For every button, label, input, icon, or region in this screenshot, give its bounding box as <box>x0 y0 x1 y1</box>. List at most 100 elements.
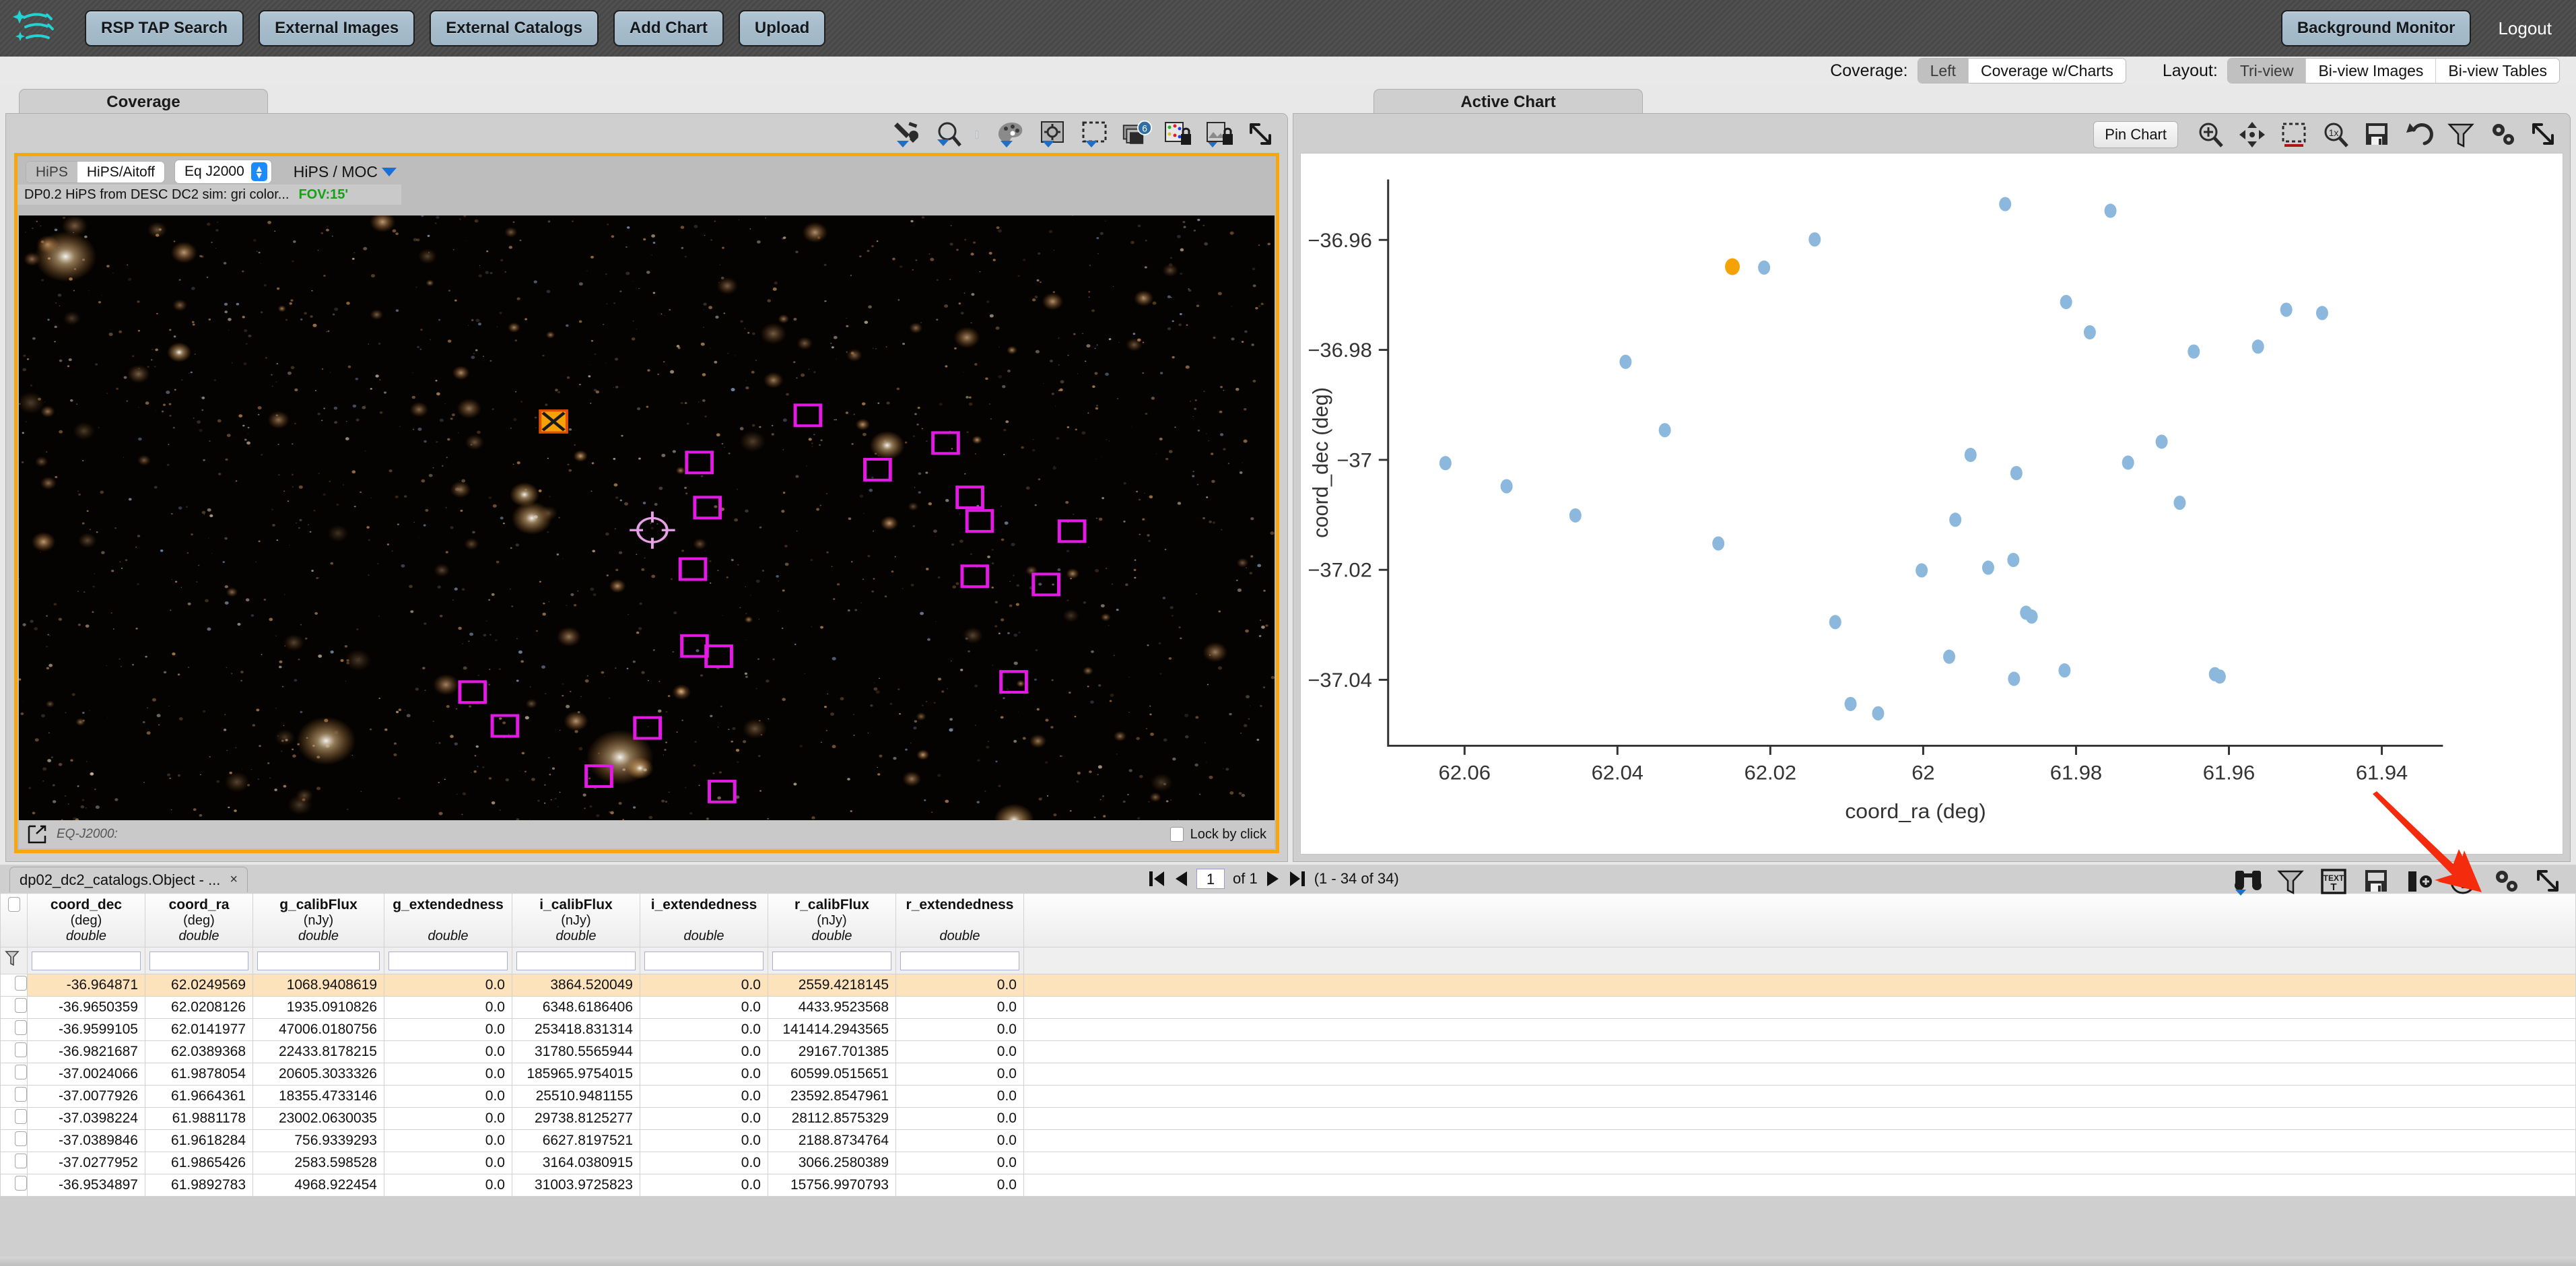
last-page-icon[interactable] <box>1289 869 1306 888</box>
expand-readout-icon[interactable] <box>27 824 47 844</box>
filter-cell-r_calibFlux[interactable] <box>768 947 896 974</box>
column-header-r_extendedness[interactable]: r_extendedness double <box>896 894 1024 947</box>
data-point[interactable] <box>2316 306 2328 320</box>
row-checkbox[interactable] <box>15 1176 27 1191</box>
table-row[interactable]: -37.007792661.966436118355.47331460.0255… <box>1 1086 2576 1108</box>
tab-coverage[interactable]: Coverage <box>19 89 268 114</box>
page-number-input[interactable]: 1 <box>1196 869 1225 889</box>
data-point[interactable] <box>2188 344 2200 358</box>
table-row[interactable]: -37.038984661.9618284756.93392930.06627.… <box>1 1130 2576 1152</box>
settings-icon[interactable] <box>2491 867 2522 896</box>
data-point[interactable] <box>1758 261 1770 275</box>
row-select-cell[interactable] <box>1 1174 28 1197</box>
add-column-icon[interactable] <box>2405 867 2436 896</box>
data-point[interactable] <box>1439 456 1452 470</box>
row-select-cell[interactable] <box>1 1063 28 1086</box>
data-point[interactable] <box>1872 706 1884 721</box>
data-point[interactable] <box>1808 232 1821 246</box>
column-header-i_extendedness[interactable]: i_extendedness double <box>640 894 768 947</box>
row-checkbox[interactable] <box>15 976 27 991</box>
filter-icon[interactable] <box>2446 121 2477 149</box>
row-select-cell[interactable] <box>1 1086 28 1108</box>
coverage-option-with-charts[interactable]: Coverage w/Charts <box>1969 59 2126 83</box>
coverage-segmented-control[interactable]: Left Coverage w/Charts <box>1918 58 2126 84</box>
column-header-coord_ra[interactable]: coord_ra(deg)double <box>145 894 253 947</box>
data-point[interactable] <box>2010 466 2023 480</box>
image-lock-icon[interactable] <box>1205 121 1236 149</box>
crosshair-target-icon[interactable] <box>1038 121 1069 149</box>
filter-icon[interactable] <box>2276 867 2307 896</box>
hips-aitoff-option[interactable]: HiPS/Aitoff <box>77 162 164 182</box>
filter-input-g_extendedness[interactable] <box>388 952 508 970</box>
filter-input-i_extendedness[interactable] <box>644 952 764 970</box>
add-chart-button[interactable]: Add Chart <box>613 10 724 46</box>
row-checkbox[interactable] <box>15 1154 27 1168</box>
pan-icon[interactable] <box>2237 121 2268 149</box>
image-viewer[interactable]: HiPS HiPS/Aitoff Eq J2000 ▲▼ HiPS / MOC … <box>14 153 1279 853</box>
coverage-option-left[interactable]: Left <box>1918 59 1969 83</box>
settings-icon[interactable] <box>2488 121 2519 149</box>
catalog-lock-icon[interactable] <box>1163 121 1194 149</box>
data-point[interactable] <box>2173 496 2185 510</box>
table-row[interactable]: -36.982168762.038936822433.81782150.0317… <box>1 1041 2576 1063</box>
row-checkbox[interactable] <box>15 1042 27 1057</box>
column-header-g_extendedness[interactable]: g_extendedness double <box>384 894 512 947</box>
filter-toggle-cell[interactable] <box>1 947 28 974</box>
zoom-in-icon[interactable] <box>2196 121 2227 149</box>
tab-active-chart[interactable]: Active Chart <box>1374 89 1643 114</box>
hips-moc-dropdown[interactable]: HiPS / MOC <box>294 163 397 181</box>
data-point[interactable] <box>2008 671 2020 686</box>
lock-by-click-control[interactable]: Lock by click <box>1170 827 1266 842</box>
filter-input-r_calibFlux[interactable] <box>772 952 891 970</box>
pin-chart-button[interactable]: Pin Chart <box>2093 121 2178 148</box>
prev-page-icon[interactable] <box>1174 869 1188 888</box>
data-point[interactable] <box>2214 669 2226 684</box>
layout-option-bi-view-tables[interactable]: Bi-view Tables <box>2436 59 2559 83</box>
data-point[interactable] <box>2026 609 2038 624</box>
tools-icon[interactable] <box>891 121 922 149</box>
row-select-cell[interactable] <box>1 1108 28 1130</box>
data-point[interactable] <box>1659 423 1671 437</box>
data-point[interactable] <box>2122 455 2134 469</box>
data-point[interactable] <box>1845 697 1857 711</box>
data-point[interactable] <box>1712 536 1724 550</box>
data-point[interactable] <box>1965 448 1977 462</box>
table-row[interactable]: -37.039822461.988117823002.06300350.0297… <box>1 1108 2576 1130</box>
data-point[interactable] <box>1949 512 1961 527</box>
logout-link[interactable]: Logout <box>2498 18 2552 39</box>
data-point[interactable] <box>2060 295 2072 309</box>
row-checkbox[interactable] <box>15 1065 27 1079</box>
filter-cell-g_calibFlux[interactable] <box>253 947 384 974</box>
close-icon[interactable]: × <box>230 872 238 888</box>
filter-cell-coord_dec[interactable] <box>28 947 145 974</box>
save-icon[interactable] <box>2362 867 2393 896</box>
scatter-plot-area[interactable]: −36.96−36.98−37−37.02−37.0462.0662.0462.… <box>1300 153 2563 855</box>
data-point[interactable] <box>1999 197 2011 211</box>
filter-input-i_calibFlux[interactable] <box>516 952 636 970</box>
table-row[interactable]: -36.953489761.98927834968.9224540.031003… <box>1 1174 2576 1197</box>
zoom-reset-1x-icon[interactable]: 1x <box>2321 121 2352 149</box>
filter-cell-i_calibFlux[interactable] <box>512 947 640 974</box>
filter-cell-g_extendedness[interactable] <box>384 947 512 974</box>
find-binoculars-icon[interactable] <box>2233 867 2264 896</box>
row-checkbox[interactable] <box>15 1131 27 1146</box>
results-table[interactable]: coord_dec(deg)doublecoord_ra(deg)doubleg… <box>0 893 2576 1197</box>
data-point[interactable] <box>2084 325 2096 339</box>
color-palette-icon[interactable] <box>996 121 1027 149</box>
hips-projection-segmented[interactable]: HiPS HiPS/Aitoff <box>26 161 165 183</box>
hips-option[interactable]: HiPS <box>26 162 77 182</box>
data-point[interactable] <box>1943 650 1955 664</box>
search-icon[interactable] <box>933 121 964 149</box>
table-filter-row[interactable] <box>1 947 2576 974</box>
filter-input-coord_ra[interactable] <box>149 952 248 970</box>
table-row[interactable]: -36.965035962.02081261935.09108260.06348… <box>1 997 2576 1019</box>
lock-by-click-checkbox[interactable] <box>1170 827 1184 842</box>
row-select-cell[interactable] <box>1 1019 28 1041</box>
data-point[interactable] <box>2280 302 2293 316</box>
row-select-cell[interactable] <box>1 997 28 1019</box>
row-select-cell[interactable] <box>1 974 28 997</box>
data-point[interactable] <box>1916 563 1928 577</box>
coord-system-select[interactable]: Eq J2000 ▲▼ <box>174 160 272 184</box>
layout-segmented-control[interactable]: Tri-view Bi-view Images Bi-view Tables <box>2227 58 2560 84</box>
data-point[interactable] <box>2252 339 2264 354</box>
